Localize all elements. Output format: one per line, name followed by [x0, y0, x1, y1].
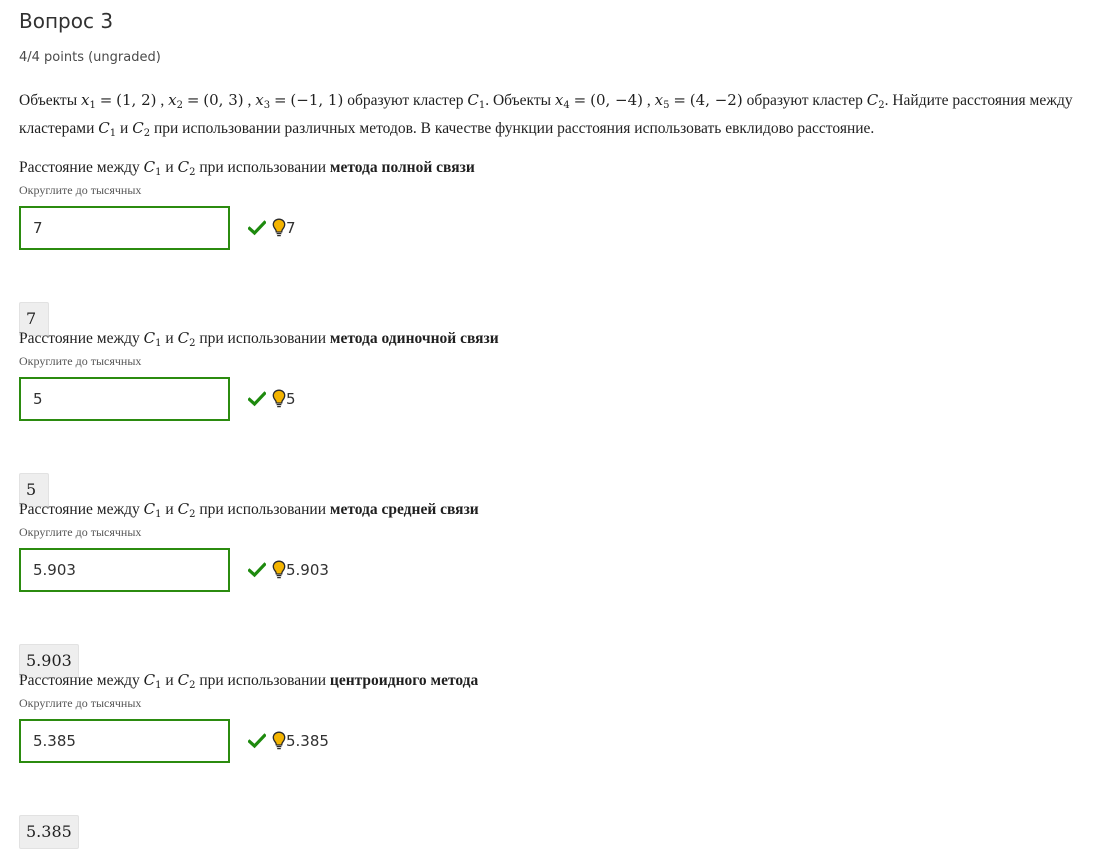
lightbulb-icon: [272, 389, 286, 408]
status-value: 5: [286, 390, 296, 408]
question-label: Расстояние между C1 и C2 при использован…: [19, 671, 479, 691]
method-name: метода средней связи: [329, 501, 479, 518]
answer-row: 77: [19, 206, 519, 336]
answer-row: 55: [19, 377, 519, 507]
answer-input[interactable]: [19, 719, 230, 763]
question-label: Расстояние между C1 и C2 при использован…: [19, 158, 475, 178]
answer-status: 5.903: [248, 560, 329, 580]
answer-input[interactable]: [19, 377, 230, 421]
checkmark-icon: [248, 562, 266, 578]
problem-line-2: кластерами C1 и C2 при использовании раз…: [19, 119, 875, 139]
status-value: 7: [286, 219, 296, 237]
problem-page: Вопрос 3 4/4 points (ungraded) Объекты x…: [0, 0, 1111, 849]
answer-input[interactable]: [19, 548, 230, 592]
method-name: метода одиночной связи: [329, 330, 499, 347]
lightbulb-icon: [272, 731, 286, 750]
answer-row: 5.385 5.385: [19, 719, 519, 849]
points-label: 4/4 points (ungraded): [19, 50, 161, 65]
answer-input[interactable]: [19, 206, 230, 250]
answer-row: 5.903 5.903: [19, 548, 519, 678]
rounding-hint: Округлите до тысячных: [19, 696, 142, 710]
answer-part-4: Расстояние между C1 и C2 при использован…: [19, 671, 1019, 849]
method-name: центроидного метода: [329, 672, 479, 689]
rounding-hint: Округлите до тысячных: [19, 183, 142, 197]
problem-statement: Объекты x1 = (1, 2) , x2 = (0, 3) , x3 =…: [19, 89, 1109, 145]
checkmark-icon: [248, 733, 266, 749]
answer-status: 7: [248, 218, 296, 238]
question-label: Расстояние между C1 и C2 при использован…: [19, 500, 479, 520]
lightbulb-icon: [272, 560, 286, 579]
method-name: метода полной связи: [329, 159, 475, 176]
checkmark-icon: [248, 220, 266, 236]
status-value: 5.385: [286, 732, 329, 750]
rounding-hint: Округлите до тысячных: [19, 354, 142, 368]
lightbulb-icon: [272, 218, 286, 237]
status-value: 5.903: [286, 561, 329, 579]
rounding-hint: Округлите до тысячных: [19, 525, 142, 539]
checkmark-icon: [248, 391, 266, 407]
answer-part-1: Расстояние между C1 и C2 при использован…: [19, 158, 1019, 336]
answer-status: 5: [248, 389, 296, 409]
answer-part-2: Расстояние между C1 и C2 при использован…: [19, 329, 1019, 507]
answer-preview: 5.385: [19, 815, 79, 849]
question-title: Вопрос 3: [19, 9, 114, 33]
question-label: Расстояние между C1 и C2 при использован…: [19, 329, 499, 349]
answer-status: 5.385: [248, 731, 329, 751]
answer-part-3: Расстояние между C1 и C2 при использован…: [19, 500, 1019, 678]
problem-line-1: Объекты x1 = (1, 2) , x2 = (0, 3) , x3 =…: [19, 91, 1073, 111]
